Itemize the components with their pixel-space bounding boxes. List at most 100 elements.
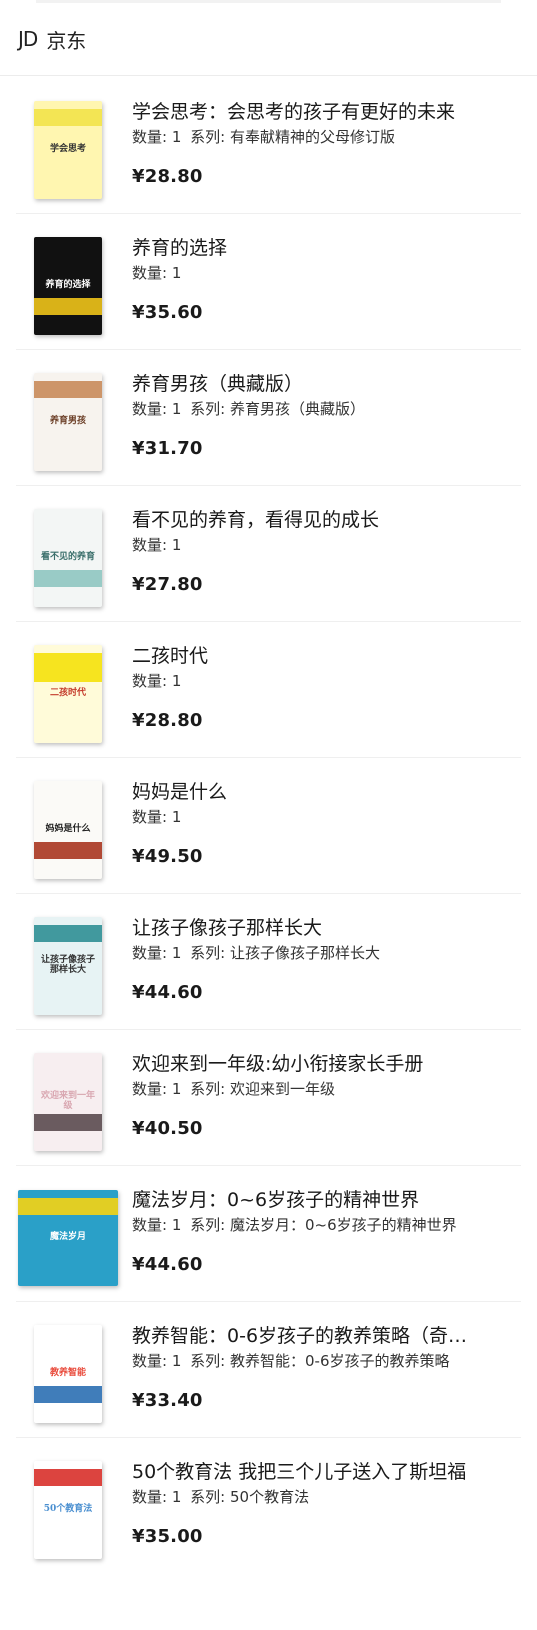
- product-meta: 数量: 1 系列: 教养智能：0-6岁孩子的教养策略: [132, 1350, 487, 1372]
- product-item[interactable]: 妈妈是什么 妈妈是什么 数量: 1 ¥49.50: [16, 758, 521, 894]
- product-item[interactable]: 养育男孩 养育男孩（典藏版） 数量: 1 系列: 养育男孩（典藏版） ¥31.7…: [16, 350, 521, 486]
- series-value: 有奉献精神的父母修订版: [230, 128, 396, 146]
- cover-band: [34, 569, 102, 588]
- cover-title: 50个教育法: [43, 1504, 93, 1515]
- quantity-label: 数量:: [132, 1216, 168, 1234]
- product-info: 妈妈是什么 数量: 1 ¥49.50: [132, 758, 521, 867]
- product-item[interactable]: 养育的选择 养育的选择 数量: 1 ¥35.60: [16, 214, 521, 350]
- store-name: 京东: [46, 28, 87, 53]
- product-price: ¥28.80: [132, 166, 203, 187]
- quantity-value: 1: [171, 808, 182, 826]
- product-price: ¥31.70: [132, 438, 203, 459]
- quantity-value: 1: [171, 672, 182, 690]
- order-items-page: JD 京东 学会思考 学会思考：会思考的孩子有更好的未来 数量: 1 系列: 有…: [0, 0, 537, 1630]
- product-title[interactable]: 魔法岁月：0~6岁孩子的精神世界: [132, 1188, 482, 1212]
- product-title[interactable]: 妈妈是什么: [132, 780, 482, 804]
- product-meta: 数量: 1 系列: 欢迎来到一年级: [132, 1078, 487, 1100]
- product-title[interactable]: 养育的选择: [132, 236, 482, 260]
- quantity-value: 1: [171, 128, 182, 146]
- product-title[interactable]: 养育男孩（典藏版）: [132, 372, 482, 396]
- cover-band: [34, 652, 102, 683]
- quantity-value: 1: [171, 1488, 182, 1506]
- product-item[interactable]: 看不见的养育 看不见的养育，看得见的成长 数量: 1 ¥27.80: [16, 486, 521, 622]
- product-title[interactable]: 教养智能：0-6岁孩子的教养策略（奇想国童书）: [132, 1324, 482, 1348]
- book-cover: 欢迎来到一年级: [34, 1053, 102, 1151]
- product-price: ¥44.60: [132, 1254, 203, 1275]
- product-info: 50个教育法 我把三个儿子送入了斯坦福 数量: 1 系列: 50个教育法 ¥35…: [132, 1438, 521, 1547]
- cover-title: 养育男孩: [49, 416, 86, 427]
- product-price: ¥44.60: [132, 982, 203, 1003]
- jd-logo-icon: JD: [18, 27, 38, 51]
- product-info: 魔法岁月：0~6岁孩子的精神世界 数量: 1 系列: 魔法岁月：0~6岁孩子的精…: [132, 1166, 521, 1275]
- series-label: 系列:: [190, 400, 226, 418]
- book-cover: 看不见的养育: [34, 509, 102, 607]
- product-item[interactable]: 教养智能 教养智能：0-6岁孩子的教养策略（奇想国童书） 数量: 1 系列: 教…: [16, 1302, 521, 1438]
- product-item[interactable]: 二孩时代 二孩时代 数量: 1 ¥28.80: [16, 622, 521, 758]
- quantity-label: 数量:: [132, 264, 168, 282]
- cover-band: [34, 1468, 102, 1487]
- product-title[interactable]: 二孩时代: [132, 644, 482, 668]
- product-title[interactable]: 学会思考：会思考的孩子有更好的未来: [132, 100, 482, 124]
- product-title[interactable]: 欢迎来到一年级:幼小衔接家长手册: [132, 1052, 482, 1076]
- product-cover-image[interactable]: 欢迎来到一年级: [16, 1050, 120, 1154]
- book-cover: 50个教育法: [34, 1461, 102, 1559]
- quantity-label: 数量:: [132, 536, 168, 554]
- product-title[interactable]: 让孩子像孩子那样长大: [132, 916, 482, 940]
- product-cover-image[interactable]: 看不见的养育: [16, 506, 120, 610]
- product-info: 养育的选择 数量: 1 ¥35.60: [132, 214, 521, 323]
- product-price: ¥35.00: [132, 1526, 203, 1547]
- product-price: ¥49.50: [132, 846, 203, 867]
- product-meta: 数量: 1 系列: 50个教育法: [132, 1486, 487, 1508]
- quantity-value: 1: [171, 944, 182, 962]
- cover-title: 看不见的养育: [40, 552, 95, 563]
- cover-band: [34, 924, 102, 943]
- cover-title: 妈妈是什么: [45, 824, 91, 835]
- product-item[interactable]: 让孩子像孩子那样长大 让孩子像孩子那样长大 数量: 1 系列: 让孩子像孩子那样…: [16, 894, 521, 1030]
- series-value: 教养智能：0-6岁孩子的教养策略: [230, 1352, 450, 1370]
- product-item[interactable]: 欢迎来到一年级 欢迎来到一年级:幼小衔接家长手册 数量: 1 系列: 欢迎来到一…: [16, 1030, 521, 1166]
- quantity-label: 数量:: [132, 672, 168, 690]
- quantity-label: 数量:: [132, 1080, 168, 1098]
- quantity-label: 数量:: [132, 128, 168, 146]
- store-header[interactable]: JD 京东: [0, 3, 537, 76]
- product-cover-image[interactable]: 养育男孩: [16, 370, 120, 474]
- series-value: 魔法岁月：0~6岁孩子的精神世界: [230, 1216, 457, 1234]
- quantity-value: 1: [171, 1216, 182, 1234]
- quantity-value: 1: [171, 264, 182, 282]
- product-price: ¥33.40: [132, 1390, 203, 1411]
- cover-title: 欢迎来到一年级: [40, 1091, 95, 1111]
- product-info: 二孩时代 数量: 1 ¥28.80: [132, 622, 521, 731]
- product-cover-image[interactable]: 教养智能: [16, 1322, 120, 1426]
- product-title[interactable]: 看不见的养育，看得见的成长: [132, 508, 482, 532]
- series-label: 系列:: [190, 1080, 226, 1098]
- product-cover-image[interactable]: 50个教育法: [16, 1458, 120, 1562]
- product-meta: 数量: 1: [132, 806, 487, 828]
- product-cover-image[interactable]: 二孩时代: [16, 642, 120, 746]
- quantity-label: 数量:: [132, 1352, 168, 1370]
- product-meta: 数量: 1 系列: 有奉献精神的父母修订版: [132, 126, 487, 148]
- product-title[interactable]: 50个教育法 我把三个儿子送入了斯坦福: [132, 1460, 482, 1484]
- product-info: 学会思考：会思考的孩子有更好的未来 数量: 1 系列: 有奉献精神的父母修订版 …: [132, 78, 521, 187]
- product-info: 让孩子像孩子那样长大 数量: 1 系列: 让孩子像孩子那样长大 ¥44.60: [132, 894, 521, 1003]
- series-value: 欢迎来到一年级: [230, 1080, 336, 1098]
- series-label: 系列:: [190, 1488, 226, 1506]
- product-cover-image[interactable]: 让孩子像孩子那样长大: [16, 914, 120, 1018]
- product-cover-image[interactable]: 妈妈是什么: [16, 778, 120, 882]
- cover-band: [18, 1197, 118, 1215]
- book-cover: 学会思考: [34, 101, 102, 199]
- cover-title: 学会思考: [49, 144, 86, 155]
- book-cover: 让孩子像孩子那样长大: [34, 917, 102, 1015]
- cover-title: 养育的选择: [45, 280, 91, 291]
- product-cover-image[interactable]: 学会思考: [16, 98, 120, 202]
- cover-band: [34, 1113, 102, 1132]
- quantity-value: 1: [171, 1080, 182, 1098]
- product-item[interactable]: 50个教育法 50个教育法 我把三个儿子送入了斯坦福 数量: 1 系列: 50个…: [16, 1438, 521, 1574]
- product-meta: 数量: 1 系列: 魔法岁月：0~6岁孩子的精神世界: [132, 1214, 487, 1236]
- product-item[interactable]: 学会思考 学会思考：会思考的孩子有更好的未来 数量: 1 系列: 有奉献精神的父…: [16, 78, 521, 214]
- product-item[interactable]: 魔法岁月 魔法岁月：0~6岁孩子的精神世界 数量: 1 系列: 魔法岁月：0~6…: [16, 1166, 521, 1302]
- product-cover-image[interactable]: 魔法岁月: [16, 1186, 120, 1290]
- series-label: 系列:: [190, 944, 226, 962]
- quantity-label: 数量:: [132, 1488, 168, 1506]
- book-cover: 妈妈是什么: [34, 781, 102, 879]
- product-cover-image[interactable]: 养育的选择: [16, 234, 120, 338]
